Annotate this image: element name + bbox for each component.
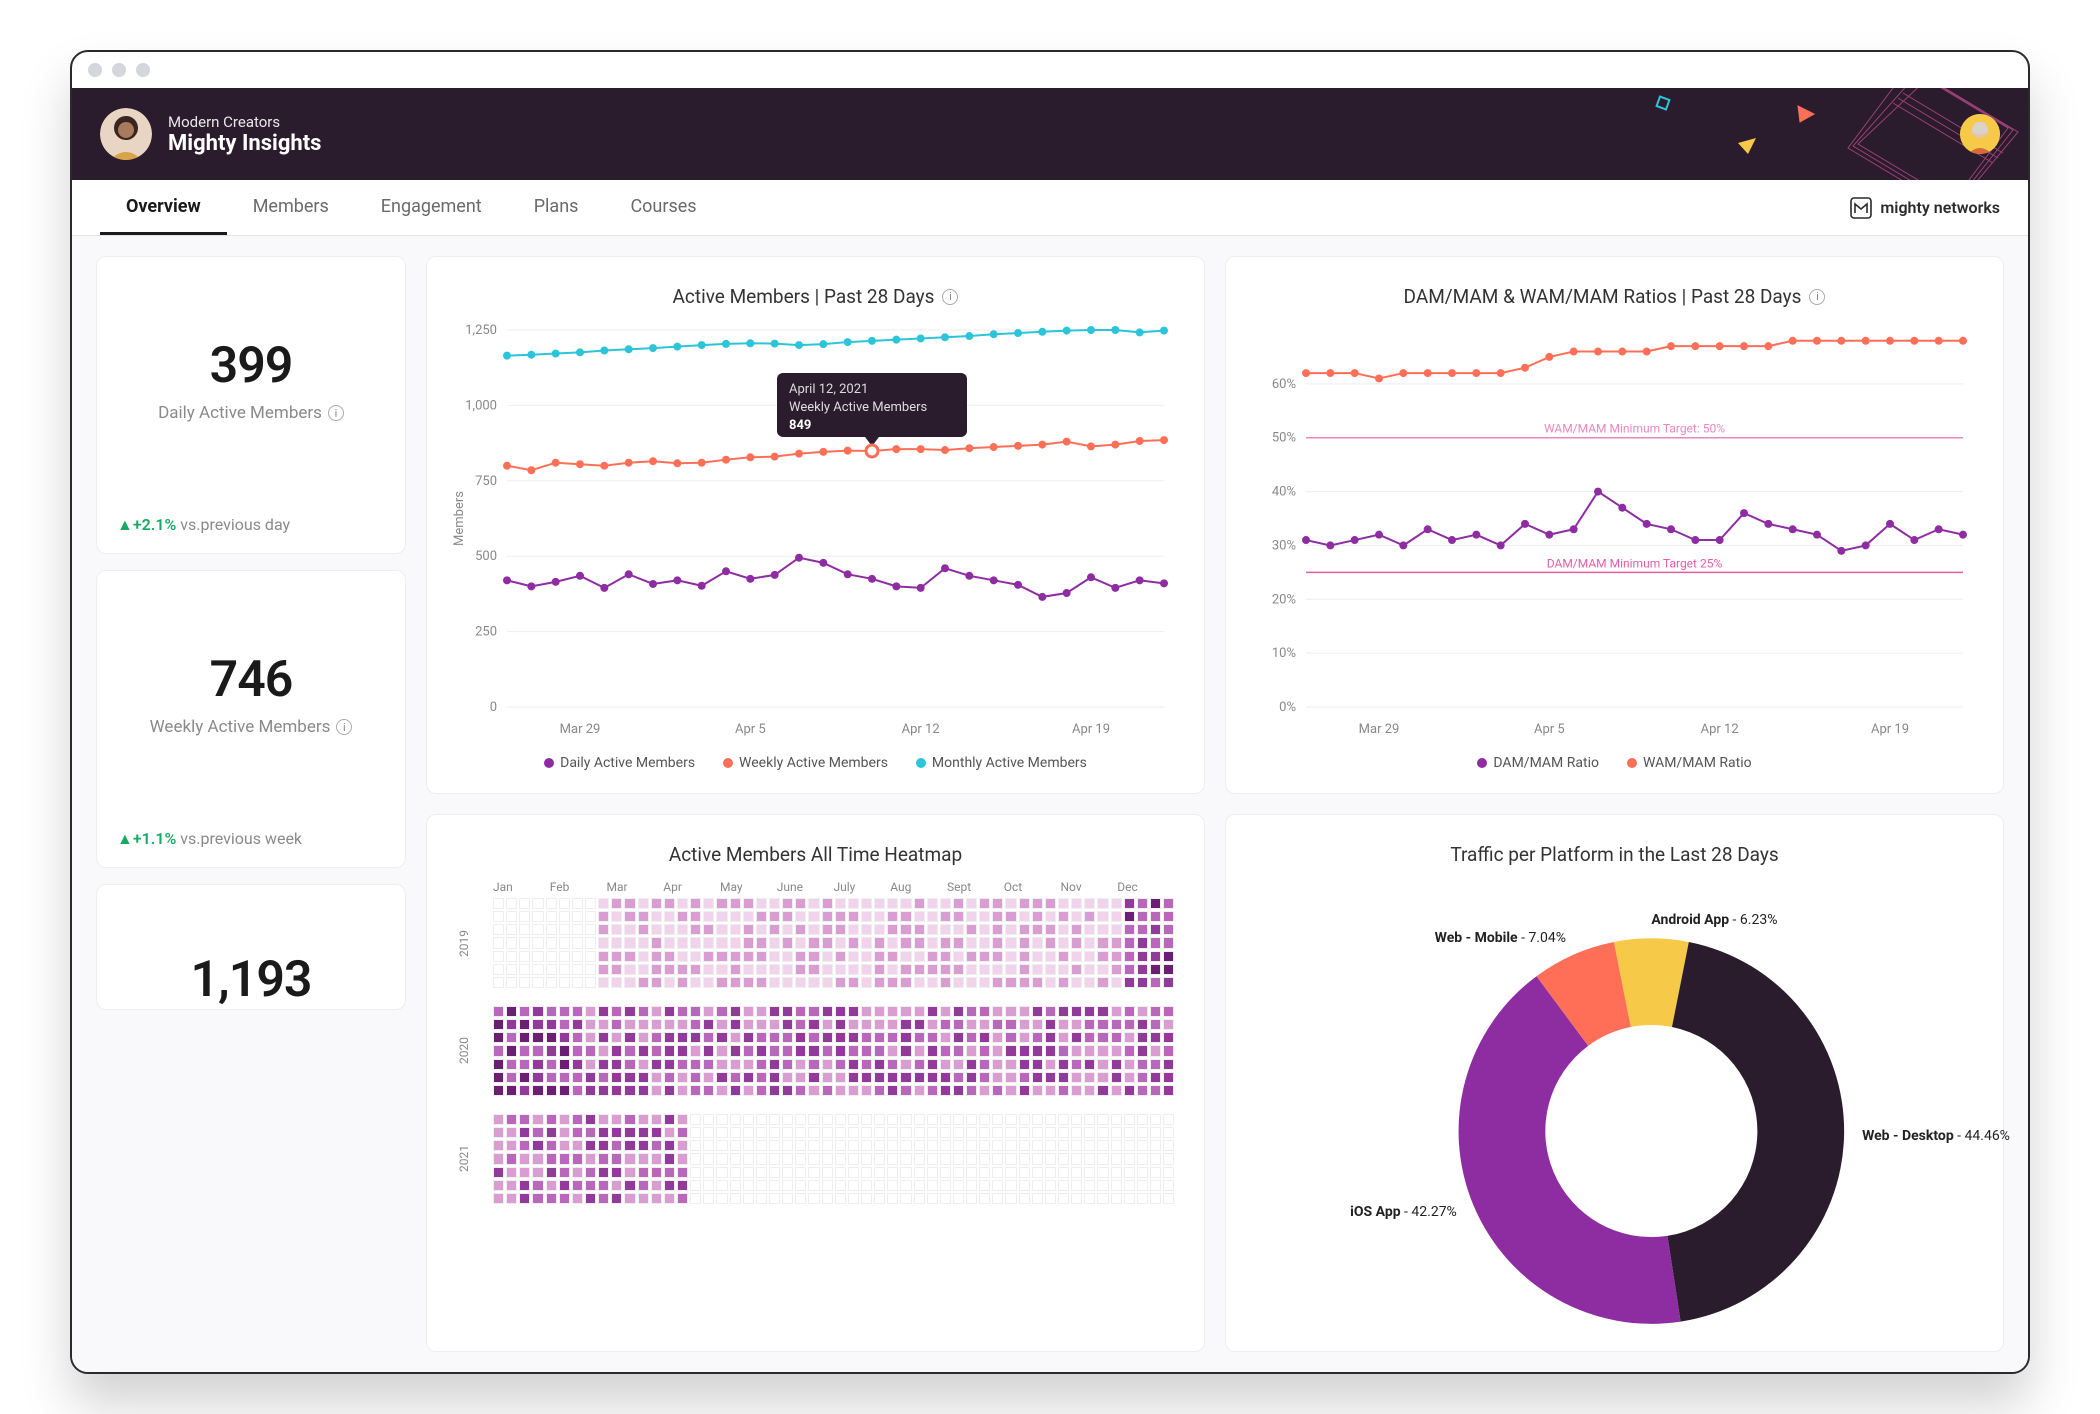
heatmap-body: JanFebMarAprMayJuneJulyAugSeptOctNovDec2… (447, 874, 1184, 1222)
close-dot[interactable] (88, 63, 102, 77)
svg-text:April 12, 2021: April 12, 2021 (789, 382, 868, 397)
chart-heatmap: Active Members All Time Heatmap JanFebMa… (426, 814, 1205, 1352)
svg-text:Apr 19: Apr 19 (1072, 722, 1110, 737)
kpi-mam: 1,193 (96, 884, 406, 1010)
svg-text:WAM/MAM Minimum Target: 50%: WAM/MAM Minimum Target: 50% (1544, 422, 1725, 436)
chart-active-members: Active Members | Past 28 Days i 0 250 500 7… (426, 256, 1205, 794)
kpi-dam-delta: +2.1% (133, 515, 176, 534)
app-header: Modern Creators Mighty Insights (72, 88, 2028, 180)
content: 399 Daily Active Members i ▲+2.1% vs.pre… (72, 236, 2028, 1372)
svg-text:Weekly Active Members: Weekly Active Members (789, 400, 928, 415)
svg-text:Mar 29: Mar 29 (560, 722, 601, 737)
svg-text:50%: 50% (1272, 431, 1296, 446)
svg-text:1,250: 1,250 (465, 323, 497, 338)
chart-heatmap-title: Active Members All Time Heatmap (669, 843, 962, 866)
donut-body: Android App - 6.23% Web - Mobile - 7.04% i… (1246, 874, 1983, 1333)
tab-members[interactable]: Members (227, 180, 355, 235)
kpi-dam-vs: vs.previous day (180, 515, 290, 534)
kpi-column: 399 Daily Active Members i ▲+2.1% vs.pre… (96, 256, 406, 1352)
kpi-wam-value: 746 (117, 651, 385, 709)
kpi-wam-label: Weekly Active Members (150, 717, 331, 737)
tab-overview[interactable]: Overview (100, 180, 227, 235)
legend-mam: Monthly Active Members (932, 755, 1087, 771)
chart-active-legend: Daily Active Members Weekly Active Membe… (447, 747, 1184, 775)
tab-courses[interactable]: Courses (604, 180, 722, 235)
svg-text:Mar 29: Mar 29 (1359, 722, 1400, 737)
page-title: Mighty Insights (168, 131, 321, 156)
info-icon[interactable]: i (328, 405, 344, 421)
chart-ratios: DAM/MAM & WAM/MAM Ratios | Past 28 Days … (1225, 256, 2004, 794)
delta-up-icon: ▲ (117, 829, 133, 848)
charts-grid: Active Members | Past 28 Days i 0 250 500 7… (426, 256, 2004, 1352)
svg-text:Members: Members (452, 491, 467, 546)
zoom-dot[interactable] (136, 63, 150, 77)
svg-text:500: 500 (475, 549, 497, 564)
kpi-wam-vs: vs.previous week (180, 829, 302, 848)
svg-text:30%: 30% (1272, 538, 1296, 553)
info-icon[interactable]: i (1809, 289, 1825, 305)
svg-text:0%: 0% (1279, 700, 1296, 715)
community-name: Modern Creators (168, 113, 321, 131)
kpi-dam-value: 399 (117, 337, 385, 395)
svg-text:60%: 60% (1272, 377, 1296, 392)
browser-window: Modern Creators Mighty Insights Overview (70, 50, 2030, 1374)
svg-text:1,000: 1,000 (465, 398, 497, 413)
chart-ratios-title: DAM/MAM & WAM/MAM Ratios | Past 28 Days (1404, 285, 1802, 308)
svg-text:250: 250 (475, 625, 497, 640)
kpi-dam: 399 Daily Active Members i ▲+2.1% vs.pre… (96, 256, 406, 554)
svg-text:Apr 12: Apr 12 (1701, 722, 1739, 737)
legend-wam: Weekly Active Members (739, 755, 888, 771)
brand-text: Modern Creators Mighty Insights (168, 113, 321, 156)
svg-text:40%: 40% (1272, 485, 1296, 500)
svg-text:0: 0 (490, 700, 497, 715)
svg-text:DAM/MAM Minimum Target 25%: DAM/MAM Minimum Target 25% (1547, 556, 1723, 570)
svg-text:10%: 10% (1272, 646, 1296, 661)
community-avatar[interactable] (100, 108, 152, 160)
tabs-bar: Overview Members Engagement Plans Course… (72, 180, 2028, 236)
chart-traffic: Traffic per Platform in the Last 28 Days… (1225, 814, 2004, 1352)
chart-ratios-legend: DAM/MAM Ratio WAM/MAM Ratio (1246, 747, 1983, 775)
tab-plans[interactable]: Plans (508, 180, 605, 235)
svg-text:750: 750 (475, 474, 497, 489)
mighty-logo-icon (1850, 197, 1872, 219)
kpi-wam-delta: +1.1% (133, 829, 176, 848)
tab-engagement[interactable]: Engagement (355, 180, 508, 235)
kpi-mam-value: 1,193 (117, 951, 385, 1009)
svg-text:Apr 12: Apr 12 (902, 722, 940, 737)
donut-label: iOS App - 42.27% (1287, 1204, 1457, 1220)
svg-text:20%: 20% (1272, 592, 1296, 607)
window-controls (72, 52, 2028, 88)
svg-text:Apr 5: Apr 5 (1534, 722, 1565, 737)
info-icon[interactable]: i (336, 719, 352, 735)
svg-text:Apr 5: Apr 5 (735, 722, 766, 737)
donut-label: Android App - 6.23% (1651, 912, 1777, 928)
info-icon[interactable]: i (942, 289, 958, 305)
kpi-dam-label: Daily Active Members (158, 403, 322, 423)
delta-up-icon: ▲ (117, 515, 133, 534)
user-avatar[interactable] (1960, 114, 2000, 154)
chart-active-title: Active Members | Past 28 Days (673, 285, 935, 308)
kpi-wam: 746 Weekly Active Members i ▲+1.1% vs.pr… (96, 570, 406, 868)
legend-dam: Daily Active Members (560, 755, 695, 771)
legend-wam-ratio: WAM/MAM Ratio (1643, 755, 1752, 771)
svg-text:849: 849 (789, 418, 811, 433)
donut-label: Web - Mobile - 7.04% (1396, 930, 1566, 946)
brand-logo: mighty networks (1850, 180, 2000, 235)
donut-label: Web - Desktop - 44.46% (1862, 1128, 2010, 1144)
svg-text:Apr 19: Apr 19 (1871, 722, 1909, 737)
minimize-dot[interactable] (112, 63, 126, 77)
legend-dam-ratio: DAM/MAM Ratio (1493, 755, 1599, 771)
chart-traffic-title: Traffic per Platform in the Last 28 Days (1450, 843, 1778, 866)
